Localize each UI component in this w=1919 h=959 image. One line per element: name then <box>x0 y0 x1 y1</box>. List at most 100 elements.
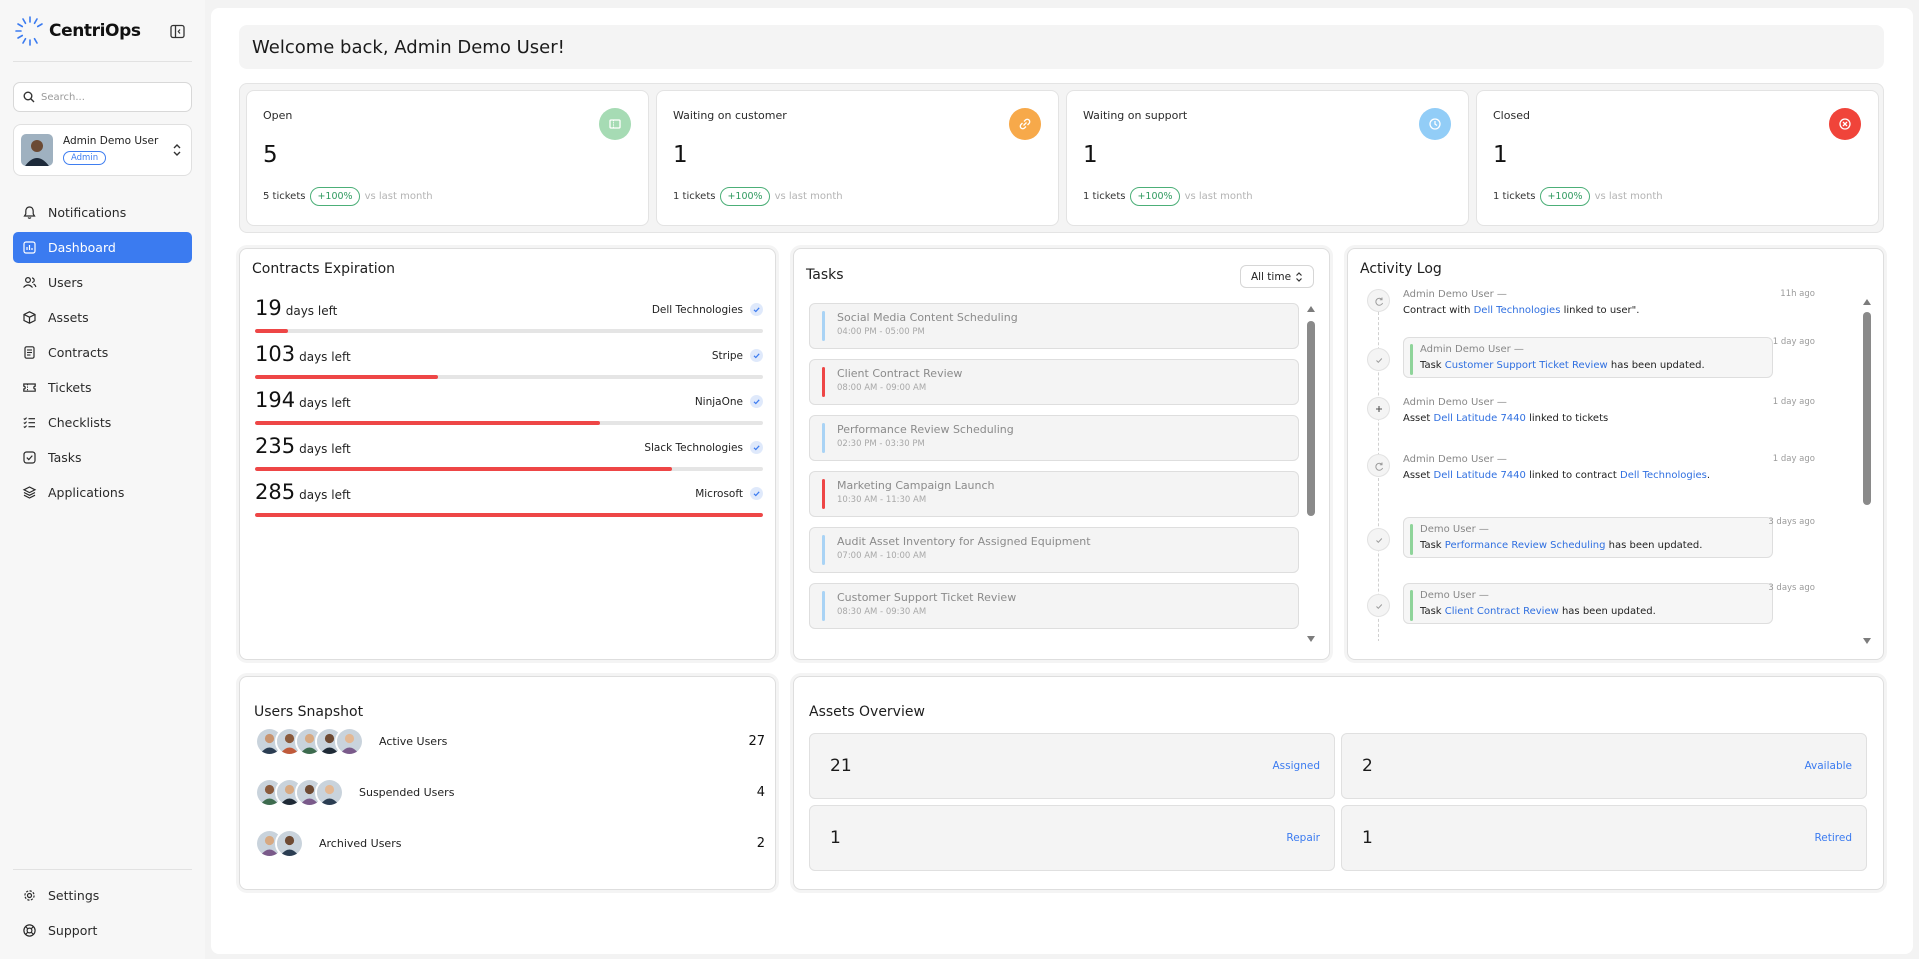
asset-card-assigned[interactable]: 21 Assigned <box>809 733 1335 799</box>
activity-link[interactable]: Dell Latitude 7440 <box>1434 470 1526 481</box>
sidebar-item-users[interactable]: Users <box>13 267 192 298</box>
scroll-up-arrow[interactable] <box>1307 306 1315 312</box>
vendor-name: Dell Technologies <box>651 303 743 316</box>
task-item[interactable]: Marketing Campaign Launch 10:30 AM - 11:… <box>809 471 1299 517</box>
sidebar-item-tasks[interactable]: Tasks <box>13 442 192 473</box>
scroll-down-arrow[interactable] <box>1863 638 1871 644</box>
user-group-row[interactable]: Suspended Users 4 <box>255 775 765 809</box>
sidebar-item-checklists[interactable]: Checklists <box>13 407 192 438</box>
asset-card-retired[interactable]: 1 Retired <box>1341 805 1867 871</box>
expiration-progress-fill <box>255 375 438 379</box>
user-group-row[interactable]: Archived Users 2 <box>255 826 765 860</box>
contract-row[interactable]: 103 days left Stripe <box>255 342 763 382</box>
stat-icon-badge <box>1829 108 1861 140</box>
link-icon <box>1019 118 1031 130</box>
scroll-thumb[interactable] <box>1307 321 1315 516</box>
activity-actor: Demo User — <box>1420 590 1489 601</box>
contract-row[interactable]: 285 days left Microsoft <box>255 480 763 520</box>
scroll-down-arrow[interactable] <box>1307 636 1315 642</box>
expiration-progress-bar <box>255 513 763 517</box>
activity-text: has been updated. <box>1605 540 1703 551</box>
activity-link[interactable]: Dell Latitude 7440 <box>1434 413 1526 424</box>
activity-text: linked to user". <box>1560 305 1640 316</box>
sidebar-item-assets[interactable]: Assets <box>13 302 192 333</box>
activity-link[interactable]: Customer Support Ticket Review <box>1445 360 1608 371</box>
ticket-count: 1 tickets <box>1083 191 1126 202</box>
panel-title: Activity Log <box>1360 261 1442 277</box>
task-time: 08:00 AM - 09:00 AM <box>837 383 927 393</box>
stat-card-waiting-on-support[interactable]: Waiting on support 1 1 tickets +100% vs … <box>1066 90 1469 226</box>
scroll-up-arrow[interactable] <box>1863 299 1871 305</box>
activity-link[interactable]: Dell Technologies <box>1620 470 1707 481</box>
activity-link[interactable]: Dell Technologies <box>1474 305 1561 316</box>
user-group-label: Suspended Users <box>359 785 455 799</box>
collapse-sidebar-button[interactable] <box>167 21 187 41</box>
contract-row[interactable]: 194 days left NinjaOne <box>255 388 763 428</box>
main-content: Welcome back, Admin Demo User! Open 5 5 … <box>211 8 1913 954</box>
activity-link[interactable]: Performance Review Scheduling <box>1445 540 1606 551</box>
sidebar-item-applications[interactable]: Applications <box>13 477 192 508</box>
contract-row[interactable]: 235 days left Slack Technologies <box>255 434 763 474</box>
activity-message: Task Client Contract Review has been upd… <box>1420 606 1764 617</box>
search-box[interactable] <box>13 82 192 112</box>
activity-message: Task Performance Review Scheduling has b… <box>1420 540 1764 551</box>
asset-status-link[interactable]: Assigned <box>1273 760 1321 772</box>
bell-icon <box>23 206 36 219</box>
sidebar-item-notifications[interactable]: Notifications <box>13 197 192 228</box>
activity-text: has been updated. <box>1607 360 1705 371</box>
expiration-progress-bar <box>255 329 763 333</box>
contract-row[interactable]: 19 days left Dell Technologies <box>255 296 763 336</box>
user-group-row[interactable]: Active Users 27 <box>255 724 765 758</box>
stat-card-waiting-on-customer[interactable]: Waiting on customer 1 1 tickets +100% vs… <box>656 90 1059 226</box>
asset-status-link[interactable]: Repair <box>1286 832 1320 844</box>
stat-card-closed[interactable]: Closed 1 1 tickets +100% vs last month <box>1476 90 1879 226</box>
asset-card-repair[interactable]: 1 Repair <box>809 805 1335 871</box>
sidebar-item-tickets[interactable]: Tickets <box>13 372 192 403</box>
role-badge: Admin <box>63 151 107 165</box>
sidebar-item-support[interactable]: Support <box>13 915 192 946</box>
sidebar-toggle-icon <box>169 24 185 38</box>
asset-status-link[interactable]: Retired <box>1814 832 1852 844</box>
logo[interactable]: CentriOps <box>13 13 141 49</box>
activity-log-panel: Activity Log Admin Demo User — Contract … <box>1347 248 1884 660</box>
sidebar-item-dashboard[interactable]: Dashboard <box>13 232 192 263</box>
sidebar-item-settings[interactable]: Settings <box>13 880 192 911</box>
sidebar-item-label: Support <box>48 923 98 938</box>
assets-overview-panel: Assets Overview 21 Assigned 2 Available … <box>793 676 1884 890</box>
expiration-progress-bar <box>255 375 763 379</box>
days-left-value: 285 <box>255 480 296 504</box>
sidebar: CentriOps Admin Demo User Admin <box>0 0 205 959</box>
search-input[interactable] <box>41 91 181 103</box>
activity-item: Admin Demo User — Asset Dell Latitude 74… <box>1360 397 1855 445</box>
contracts-expiration-panel: Contracts Expiration 19 days left Dell Te… <box>239 248 776 660</box>
stat-icon-badge <box>1009 108 1041 140</box>
sidebar-item-contracts[interactable]: Contracts <box>13 337 192 368</box>
user-switcher[interactable]: Admin Demo User Admin <box>13 124 192 176</box>
activity-item: Demo User — Task Client Contract Review … <box>1360 583 1855 631</box>
task-item[interactable]: Social Media Content Scheduling 04:00 PM… <box>809 303 1299 349</box>
scroll-thumb[interactable] <box>1863 312 1871 505</box>
asset-card-available[interactable]: 2 Available <box>1341 733 1867 799</box>
activity-text: Asset <box>1403 413 1434 424</box>
time-filter-select[interactable]: All time <box>1240 265 1314 288</box>
task-item[interactable]: Client Contract Review 08:00 AM - 09:00 … <box>809 359 1299 405</box>
sidebar-divider <box>13 61 192 62</box>
avatar-group <box>255 726 364 756</box>
user-group-count: 4 <box>756 784 765 800</box>
tasks-panel: Tasks All time Social Media Content Sche… <box>793 248 1330 660</box>
activity-scrollbar[interactable] <box>1863 299 1871 644</box>
tasks-scrollbar[interactable] <box>1307 306 1315 642</box>
task-item[interactable]: Audit Asset Inventory for Assigned Equip… <box>809 527 1299 573</box>
task-item[interactable]: Customer Support Ticket Review 08:30 AM … <box>809 583 1299 629</box>
box-icon <box>23 311 36 324</box>
activity-dot <box>1367 528 1390 551</box>
stat-card-open[interactable]: Open 5 5 tickets +100% vs last month <box>246 90 649 226</box>
task-item[interactable]: Performance Review Scheduling 02:30 PM -… <box>809 415 1299 461</box>
asset-status-link[interactable]: Available <box>1804 760 1852 772</box>
compare-label: vs last month <box>1594 191 1663 202</box>
check-icon <box>1375 537 1382 543</box>
filter-label: All time <box>1250 270 1292 283</box>
activity-link[interactable]: Client Contract Review <box>1445 606 1559 617</box>
users-icon <box>23 276 37 288</box>
stat-label: Closed <box>1493 109 1530 122</box>
